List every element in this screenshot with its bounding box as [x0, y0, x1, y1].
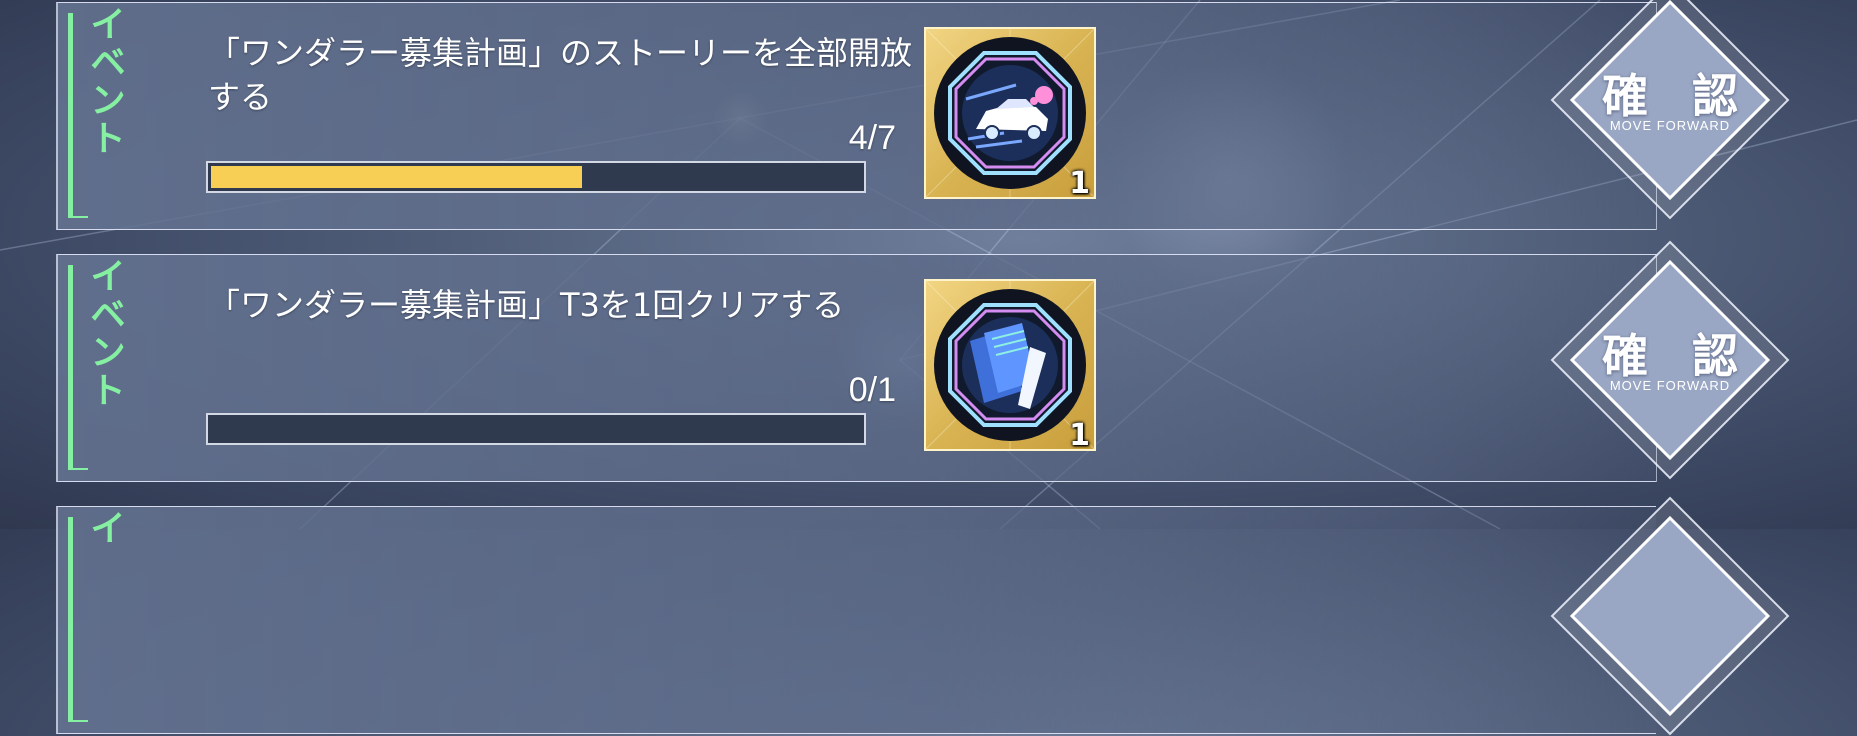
confirm-button[interactable] [1550, 496, 1790, 736]
mission-card: イベント 「ワンダラー募集計画」のストーリーを全部開放する 4/7 1 [56, 2, 1657, 230]
mission-title: 「ワンダラー募集計画」T3を1回クリアする [208, 286, 845, 324]
category-label: イベント [84, 5, 125, 157]
confirm-sublabel: MOVE FORWARD [1609, 118, 1731, 133]
progress-bar [206, 161, 866, 193]
confirm-sublabel: MOVE FORWARD [1609, 378, 1731, 393]
confirm-button[interactable]: 確 認 MOVE FORWARD [1550, 240, 1790, 480]
confirm-label: 確 認 [1601, 69, 1752, 123]
progress-text: 4/7 [848, 119, 896, 157]
category-label: イベント [84, 257, 125, 409]
progress-text: 0/1 [848, 371, 896, 409]
mission-title: 「ワンダラー募集計画」のストーリーを全部開放する [208, 34, 913, 116]
diamond-button-frame [1550, 496, 1790, 736]
mission-card: イベント 「ワンダラー募集計画」T3を1回クリアする 0/1 1 [56, 254, 1657, 482]
reward-item[interactable]: 1 [924, 279, 1096, 453]
progress-fill [211, 166, 583, 188]
category-accent-bar [68, 265, 88, 470]
mission-card: イ [56, 506, 1656, 734]
reward-count: 1 [1069, 166, 1090, 201]
category-accent-bar [68, 13, 88, 218]
reward-count: 1 [1069, 418, 1090, 453]
category-label: イ [84, 509, 125, 547]
progress-bar [206, 413, 866, 445]
confirm-label: 確 認 [1601, 329, 1752, 383]
confirm-button[interactable]: 確 認 MOVE FORWARD [1550, 0, 1790, 220]
reward-item[interactable]: 1 [924, 27, 1096, 201]
category-accent-bar [68, 517, 88, 722]
